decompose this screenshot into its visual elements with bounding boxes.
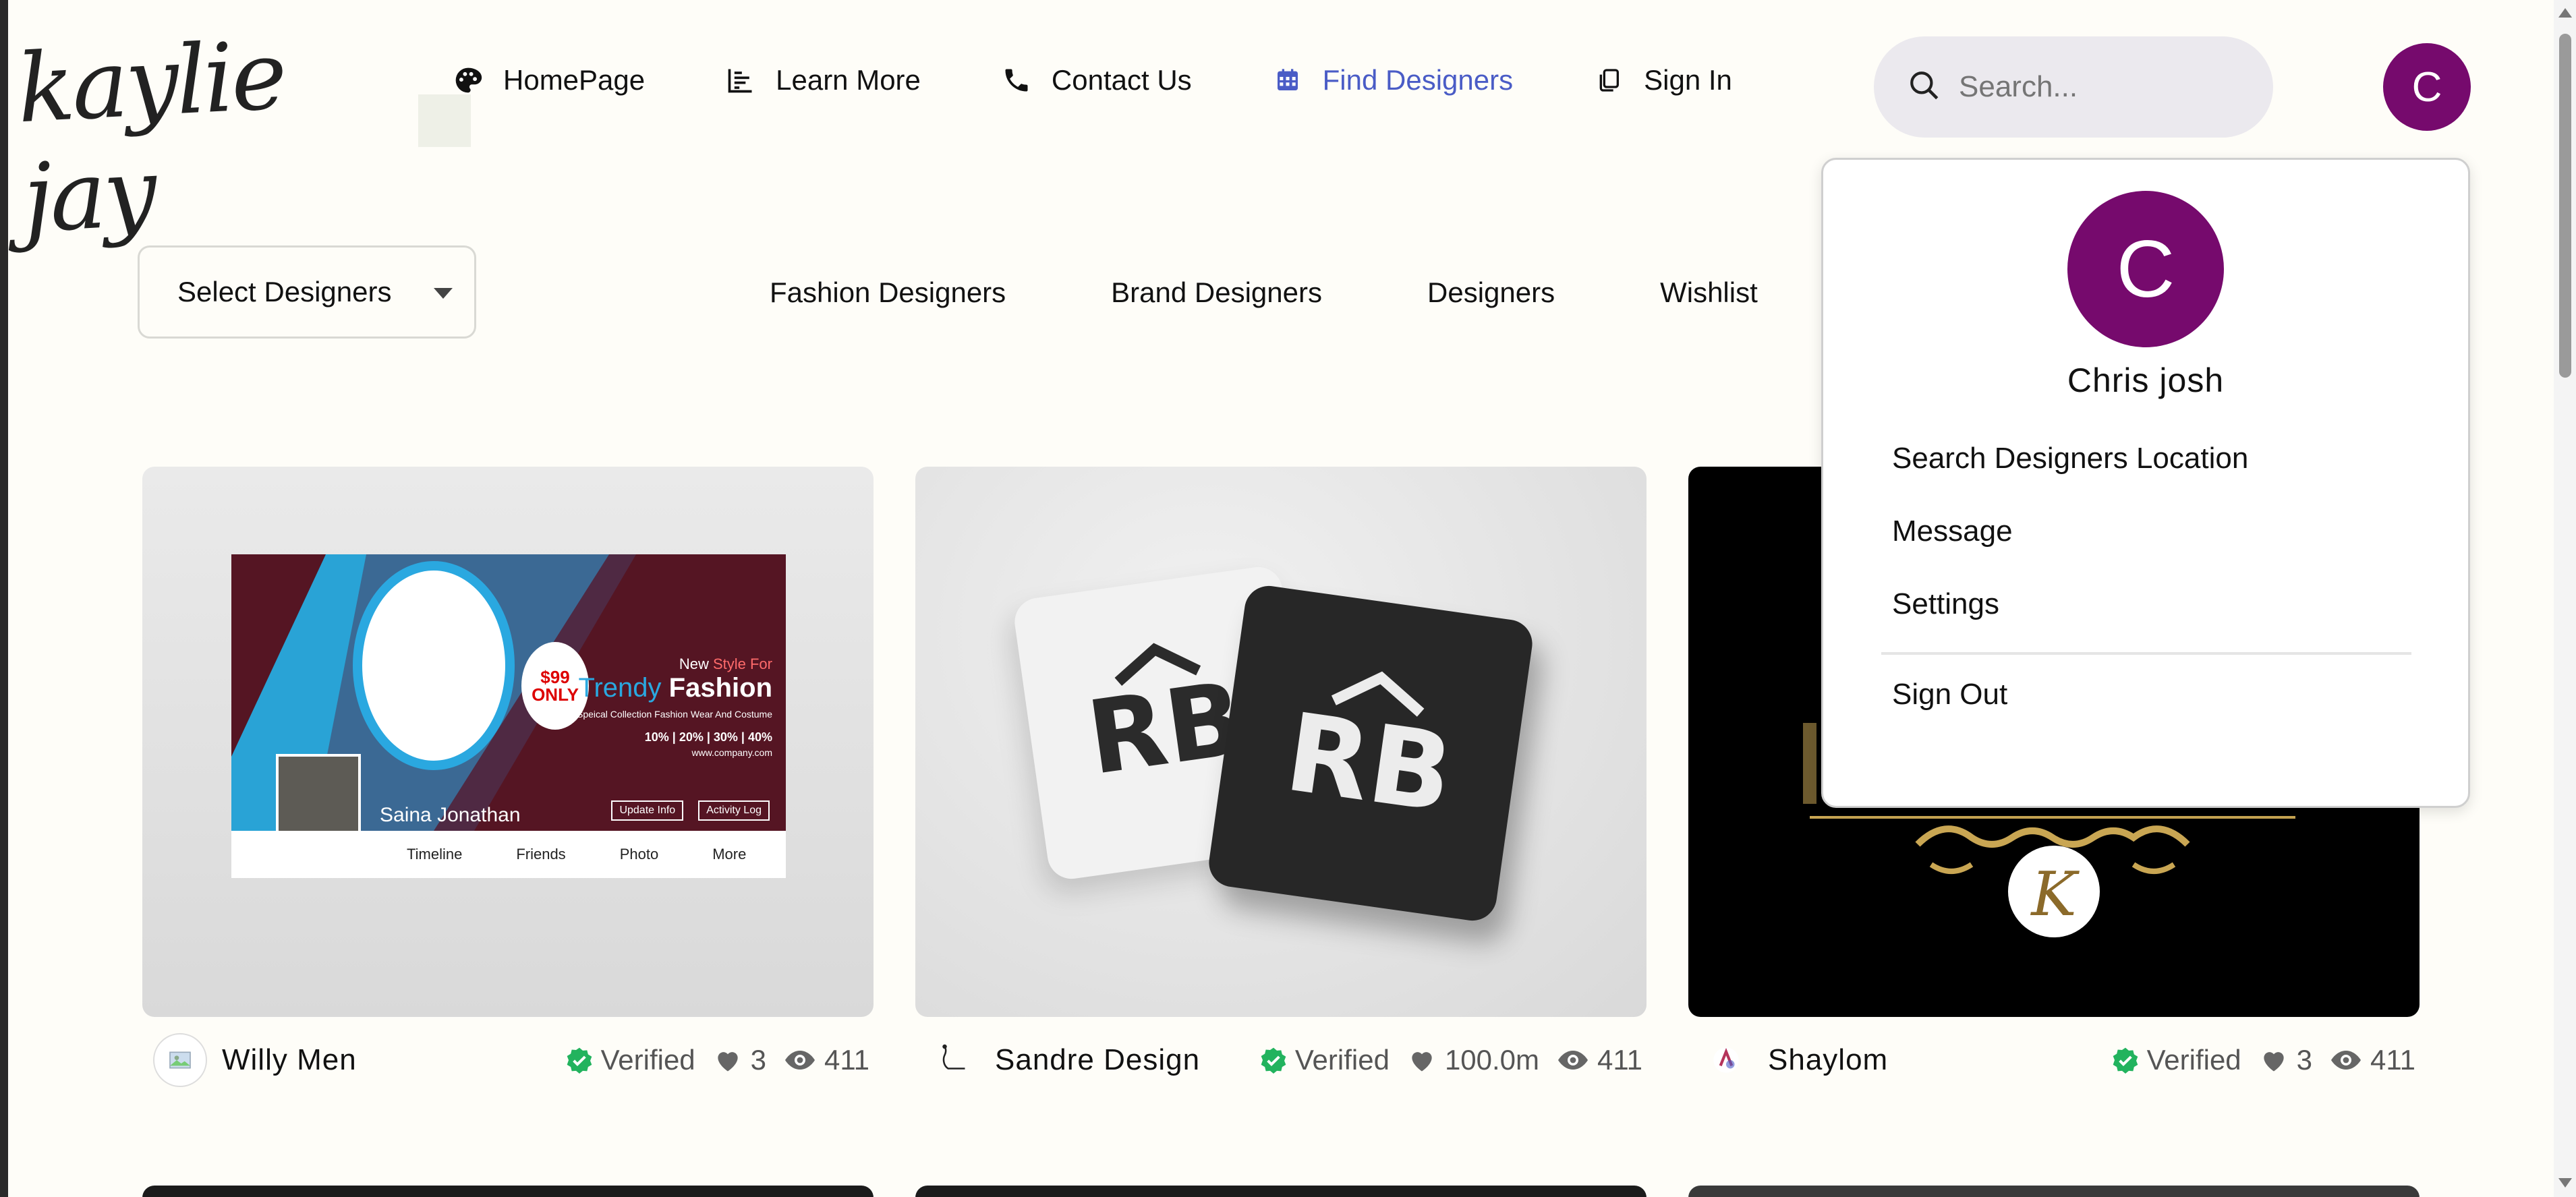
eye-icon	[1558, 1051, 1588, 1070]
menu-item-sign-out[interactable]: Sign Out	[1892, 678, 2007, 711]
filter-link-designers[interactable]: Designers	[1427, 276, 1555, 309]
verified-icon	[1261, 1047, 1286, 1074]
copy-icon	[1593, 64, 1625, 96]
avatar	[1699, 1033, 1753, 1087]
nav-item-learn-more[interactable]: Learn More	[724, 64, 921, 96]
nav-label: Sign In	[1644, 64, 1732, 96]
verified-badge: Verified	[1260, 1044, 1390, 1076]
banner-person-name: Saina Jonathan	[380, 804, 521, 826]
view-count: 411	[784, 1044, 869, 1076]
menu-item-message[interactable]: Message	[1892, 515, 2013, 548]
search-input[interactable]	[1959, 70, 2256, 104]
verified-icon	[2113, 1047, 2138, 1074]
calendar-icon	[1271, 64, 1304, 96]
banner-headline: New Style For Trendy Fashion Spеical Col…	[576, 655, 772, 758]
page-scrollbar[interactable]	[2554, 0, 2576, 1197]
card-meta: Shaylom Verified 3 411	[1688, 1033, 2420, 1087]
window-edge	[0, 0, 8, 1197]
card-meta: Sandre Design Verified 100.0m 411	[915, 1033, 1647, 1087]
logo-text: kaylie jay	[14, 20, 287, 255]
scroll-up-arrow-icon[interactable]	[2558, 8, 2572, 18]
logo-tile-dark: RB	[1205, 583, 1536, 924]
phone-icon	[1000, 64, 1033, 96]
card-image[interactable]: $99 ONLY New Style For Trendy Fashion Sp…	[142, 467, 874, 1017]
portrait-frame	[353, 561, 515, 770]
fashion-banner-image: $99 ONLY New Style For Trendy Fashion Sp…	[231, 554, 786, 878]
like-count[interactable]: 100.0m	[1407, 1044, 1539, 1076]
brand-logo[interactable]: kaylie jay	[15, 13, 310, 254]
designer-name[interactable]: Shaylom	[1768, 1043, 1888, 1077]
select-label: Select Designers	[177, 276, 392, 308]
eye-icon	[785, 1051, 815, 1070]
card-meta: Willy Men Verified 3 411	[142, 1033, 874, 1087]
like-count[interactable]: 3	[2259, 1044, 2312, 1076]
designer-name[interactable]: Sandre Design	[995, 1043, 1200, 1077]
menu-item-settings[interactable]: Settings	[1892, 587, 1999, 621]
nav-item-find-designers[interactable]: Find Designers	[1271, 64, 1513, 96]
eye-icon	[2331, 1051, 2362, 1070]
designer-card[interactable]: RB RB Sandre Design Verified 100.0m 411	[915, 467, 1647, 1076]
user-avatar-button[interactable]: C	[2383, 43, 2471, 131]
view-count: 411	[1557, 1044, 1642, 1076]
nav-label: Contact Us	[1051, 64, 1192, 96]
nav-label: HomePage	[503, 64, 646, 96]
designer-card-partial[interactable]	[142, 1186, 874, 1197]
designer-card-partial[interactable]	[915, 1186, 1647, 1197]
scroll-down-arrow-icon[interactable]	[2558, 1178, 2572, 1188]
heart-icon	[718, 1052, 738, 1072]
svg-text:K: K	[2030, 859, 2080, 930]
card-image[interactable]: RB RB	[915, 467, 1647, 1017]
user-avatar-large: C	[2067, 191, 2224, 347]
nav-item-contact-us[interactable]: Contact Us	[1000, 64, 1192, 96]
heart-icon	[2264, 1052, 2284, 1072]
user-menu-dropdown: C Chris josh Search Designers Location M…	[1821, 158, 2470, 808]
verified-badge: Verified	[2112, 1044, 2241, 1076]
avatar	[153, 1033, 207, 1087]
main-nav: HomePage Learn More Contact Us Find Desi…	[452, 64, 1812, 96]
menu-divider	[1881, 652, 2411, 655]
palette-icon	[452, 64, 484, 96]
banner-buttons: Update Info Activity Log	[596, 800, 770, 821]
filter-link-brand-designers[interactable]: Brand Designers	[1111, 276, 1322, 309]
designer-name[interactable]: Willy Men	[222, 1043, 357, 1077]
search-icon	[1908, 69, 1941, 106]
select-designers-dropdown[interactable]: Select Designers	[138, 245, 476, 339]
view-count: 411	[2330, 1044, 2415, 1076]
caret-down-icon	[434, 288, 453, 299]
designer-card[interactable]: $99 ONLY New Style For Trendy Fashion Sp…	[142, 467, 874, 1087]
placeholder-box	[418, 94, 471, 147]
filter-link-fashion-designers[interactable]: Fashion Designers	[770, 276, 1006, 309]
verified-icon	[567, 1047, 592, 1074]
menu-item-search-designers-location[interactable]: Search Designers Location	[1892, 442, 2248, 475]
filter-links: Fashion Designers Brand Designers Design…	[770, 276, 1863, 309]
nav-item-homepage[interactable]: HomePage	[452, 64, 645, 96]
designer-card-partial[interactable]	[1688, 1186, 2420, 1197]
search-bar	[1874, 36, 2273, 138]
verified-badge: Verified	[566, 1044, 695, 1076]
nav-item-sign-in[interactable]: Sign In	[1593, 64, 1732, 96]
filter-link-wishlist[interactable]: Wishlist	[1660, 276, 1758, 309]
user-name: Chris josh	[2067, 361, 2225, 399]
svg-text:RB: RB	[1279, 689, 1460, 837]
nav-label: Learn More	[776, 64, 921, 96]
heart-icon	[1412, 1052, 1432, 1072]
chart-icon	[724, 64, 757, 96]
like-count[interactable]: 3	[713, 1044, 766, 1076]
banner-tabs: Timeline Friends Photo More	[231, 831, 786, 878]
nav-label: Find Designers	[1322, 64, 1514, 96]
header: kaylie jay HomePage Learn More Contact U…	[0, 0, 2550, 254]
scrollbar-thumb[interactable]	[2559, 34, 2571, 378]
avatar	[926, 1033, 980, 1087]
